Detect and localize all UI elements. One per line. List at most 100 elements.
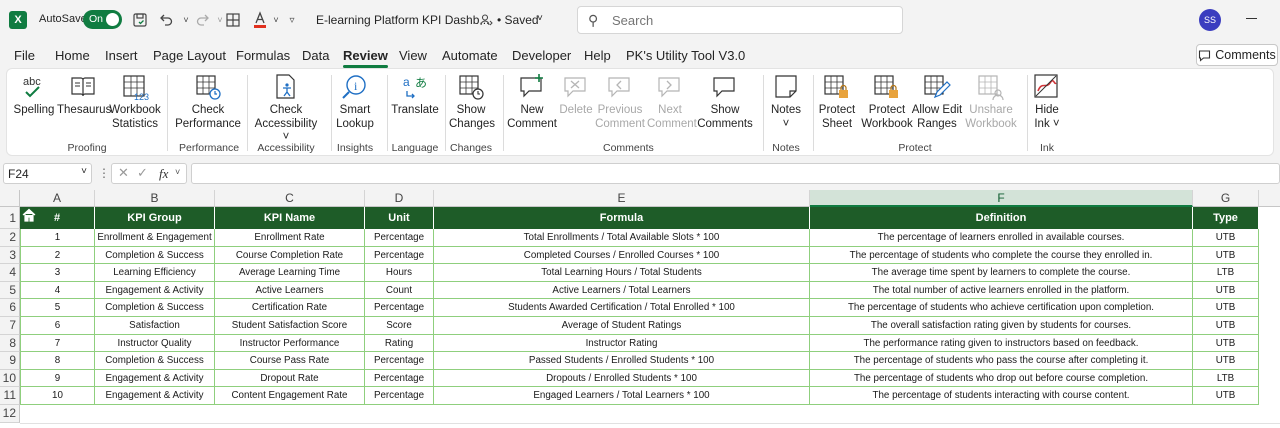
previous-comment-button[interactable]: Previous Comment (595, 73, 645, 131)
table-cell[interactable]: Dropouts / Enrolled Students * 100 (434, 369, 810, 388)
translate-button[interactable]: aあ Translate (391, 73, 439, 118)
worksheet-grid[interactable]: A B C D E F G 1 2 3 4 5 6 7 8 9 10 11 12 # KPI Group KPI Name… (0, 190, 1280, 428)
table-cell[interactable]: Engagement & Activity (95, 281, 215, 300)
borders-icon[interactable] (223, 10, 243, 30)
table-cell[interactable]: LTB (1193, 369, 1259, 388)
table-cell[interactable]: The percentage of students who drop out … (810, 369, 1193, 388)
row-header-7[interactable]: 7 (0, 317, 20, 335)
fx-dropdown-icon[interactable]: ˅ (175, 167, 180, 177)
table-cell[interactable]: Enrollment Rate (215, 229, 365, 247)
table-cell[interactable]: Enrollment & Engagement (95, 229, 215, 247)
table-cell[interactable]: UTB (1193, 299, 1259, 317)
table-cell[interactable]: Hours (365, 264, 434, 282)
saved-dropdown-icon[interactable]: ˅ (537, 13, 543, 24)
select-all-corner[interactable] (0, 190, 20, 207)
column-header-d[interactable]: D (365, 190, 434, 207)
protect-workbook-button[interactable]: Protect Workbook (859, 73, 915, 131)
table-cell[interactable]: Active Learners / Total Learners (434, 281, 810, 300)
table-cell[interactable]: Percentage (365, 352, 434, 370)
table-cell[interactable]: The performance rating given to instruct… (810, 334, 1193, 353)
row-header-10[interactable]: 10 (0, 369, 20, 388)
show-comments-button[interactable]: Show Comments (695, 73, 755, 131)
table-cell[interactable]: Learning Efficiency (95, 264, 215, 282)
table-cell[interactable]: 6 (20, 317, 95, 335)
row-header-4[interactable]: 4 (0, 264, 20, 282)
tab-review[interactable]: Review (343, 48, 388, 68)
enter-icon[interactable]: ✓ (137, 165, 148, 181)
table-cell[interactable]: Rating (365, 334, 434, 353)
check-accessibility-button[interactable]: Check Accessibility ˅ (251, 73, 321, 145)
insert-function-icon[interactable]: fx (159, 166, 168, 182)
comments-button[interactable]: Comments (1196, 44, 1278, 66)
table-header-cell[interactable]: Formula (434, 207, 810, 229)
row-header-2[interactable]: 2 (0, 229, 20, 247)
row-header-1[interactable]: 1 (0, 207, 20, 229)
table-cell[interactable]: Instructor Performance (215, 334, 365, 353)
thesaurus-button[interactable]: Thesaurus (57, 73, 111, 118)
hide-ink-button[interactable]: Hide Ink ˅ (1031, 73, 1063, 131)
table-cell[interactable]: UTB (1193, 229, 1259, 247)
column-header-b[interactable]: B (95, 190, 215, 207)
table-cell[interactable]: The total number of active learners enro… (810, 281, 1193, 300)
tab-formulas[interactable]: Formulas (236, 48, 290, 63)
table-cell[interactable]: UTB (1193, 352, 1259, 370)
table-cell[interactable]: Dropout Rate (215, 369, 365, 388)
table-cell[interactable]: The percentage of students who complete … (810, 246, 1193, 265)
table-cell[interactable]: UTB (1193, 317, 1259, 335)
spelling-button[interactable]: abc Spelling (13, 73, 55, 118)
table-header-cell[interactable]: Definition (810, 207, 1193, 229)
table-cell[interactable]: The percentage of learners enrolled in a… (810, 229, 1193, 247)
row-header-11[interactable]: 11 (0, 387, 20, 405)
column-header-e[interactable]: E (434, 190, 810, 207)
table-cell[interactable]: Count (365, 281, 434, 300)
table-cell[interactable]: Average of Student Ratings (434, 317, 810, 335)
unshare-workbook-button[interactable]: Unshare Workbook (963, 73, 1019, 131)
table-cell[interactable]: The percentage of students who achieve c… (810, 299, 1193, 317)
tab-data[interactable]: Data (302, 48, 329, 63)
table-cell[interactable]: 8 (20, 352, 95, 370)
row-header-3[interactable]: 3 (0, 246, 20, 265)
table-cell[interactable]: Percentage (365, 369, 434, 388)
more-options-icon[interactable]: ⋮ (98, 166, 110, 180)
table-cell[interactable]: Total Learning Hours / Total Students (434, 264, 810, 282)
table-cell[interactable]: Student Satisfaction Score (215, 317, 365, 335)
column-header-c[interactable]: C (215, 190, 365, 207)
table-cell[interactable]: Score (365, 317, 434, 335)
tab-page-layout[interactable]: Page Layout (153, 48, 226, 63)
table-cell[interactable]: Engagement & Activity (95, 387, 215, 405)
table-cell[interactable]: Percentage (365, 229, 434, 247)
table-cell[interactable]: The average time spent by learners to co… (810, 264, 1193, 282)
table-cell[interactable]: 5 (20, 299, 95, 317)
table-cell[interactable]: UTB (1193, 334, 1259, 353)
protect-sheet-button[interactable]: Protect Sheet (817, 73, 857, 131)
row-header-5[interactable]: 5 (0, 281, 20, 300)
table-cell[interactable]: 1 (20, 229, 95, 247)
column-header-g[interactable]: G (1193, 190, 1259, 207)
table-cell[interactable]: UTB (1193, 246, 1259, 265)
excel-logo-icon[interactable]: X (9, 11, 27, 29)
table-cell[interactable]: LTB (1193, 264, 1259, 282)
tab-insert[interactable]: Insert (105, 48, 138, 63)
document-title[interactable]: E-learning Platform KPI Dashb... (316, 13, 489, 27)
table-cell[interactable]: Percentage (365, 387, 434, 405)
table-header-cell[interactable]: KPI Group (95, 207, 215, 229)
table-cell[interactable]: Instructor Quality (95, 334, 215, 353)
smart-lookup-button[interactable]: i Smart Lookup (335, 73, 375, 131)
table-cell[interactable]: Content Engagement Rate (215, 387, 365, 405)
table-cell[interactable]: Satisfaction (95, 317, 215, 335)
name-box[interactable]: F24 ˅ (3, 163, 92, 184)
next-comment-button[interactable]: Next Comment (647, 73, 697, 131)
customize-toolbar-icon[interactable]: ▿ (282, 10, 302, 30)
table-cell[interactable]: 10 (20, 387, 95, 405)
table-cell[interactable]: Engaged Learners / Total Learners * 100 (434, 387, 810, 405)
table-cell[interactable]: Engagement & Activity (95, 369, 215, 388)
column-header-f[interactable]: F (810, 190, 1193, 207)
show-changes-button[interactable]: Show Changes (449, 73, 495, 131)
table-cell[interactable]: Completion & Success (95, 299, 215, 317)
table-cell[interactable]: Course Completion Rate (215, 246, 365, 265)
table-cell[interactable]: The overall satisfaction rating given by… (810, 317, 1193, 335)
undo-icon[interactable] (156, 10, 176, 30)
table-cell[interactable]: 3 (20, 264, 95, 282)
check-performance-button[interactable]: Check Performance (173, 73, 243, 131)
table-header-cell[interactable]: KPI Name (215, 207, 365, 229)
